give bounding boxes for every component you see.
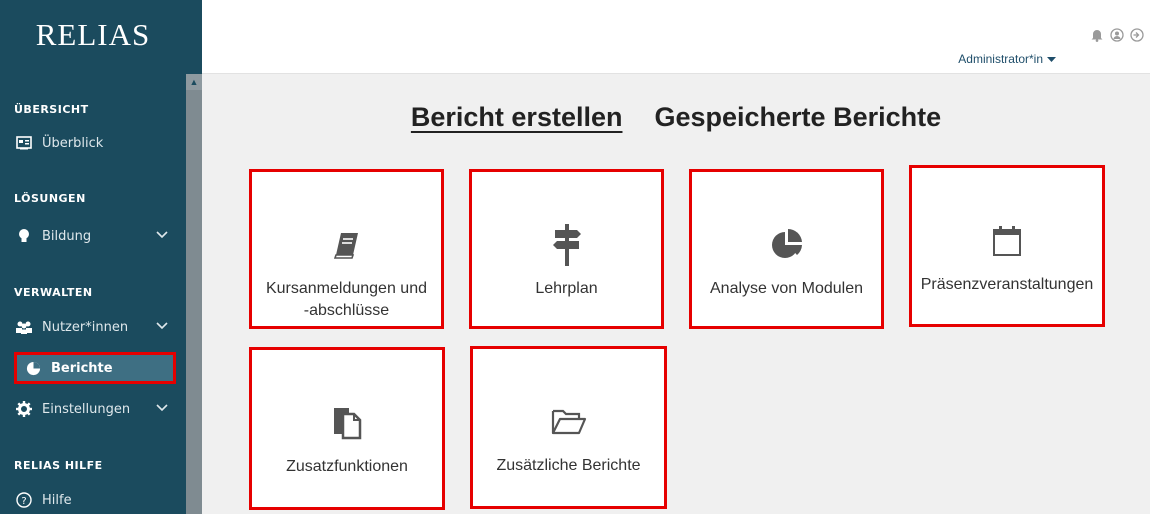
- help-icon: ?: [14, 492, 34, 508]
- folder-open-icon: [551, 401, 587, 443]
- gear-icon: [14, 401, 34, 417]
- pie-chart-icon: [23, 361, 43, 376]
- section-label-verwalten: VERWALTEN: [14, 286, 93, 299]
- chevron-down-icon: [156, 401, 168, 416]
- section-label-relias-hilfe: RELIAS HILFE: [14, 459, 103, 472]
- card-label-line1: Kursanmeldungen und: [265, 280, 427, 297]
- tab-bericht-erstellen[interactable]: Bericht erstellen: [411, 102, 623, 133]
- sidebar-item-hilfe[interactable]: ? Hilfe: [8, 486, 178, 514]
- top-bar: Administrator*in: [202, 0, 1150, 74]
- sidebar-item-bildung[interactable]: Bildung: [8, 222, 178, 250]
- card-label-line2: -abschlüsse: [303, 302, 390, 319]
- sidebar: RELIAS ▲ ÜBERSICHT Überblick LÖSUNGEN Bi…: [0, 0, 202, 514]
- card-zusaetzliche-berichte[interactable]: Zusätzliche Berichte: [470, 346, 667, 509]
- section-label-uebersicht: ÜBERSICHT: [14, 103, 89, 116]
- documents-icon: [332, 402, 362, 444]
- sidebar-scrollbar[interactable]: [186, 74, 202, 514]
- logout-icon[interactable]: [1130, 28, 1144, 47]
- top-icons: [1090, 28, 1144, 47]
- sidebar-item-label: Nutzer*innen: [42, 319, 129, 335]
- card-label: Zusätzliche Berichte: [496, 457, 641, 474]
- card-label: Präsenzveranstaltungen: [920, 276, 1094, 293]
- sidebar-item-label: Bildung: [42, 228, 92, 244]
- lightbulb-icon: [14, 228, 34, 244]
- card-label: Lehrplan: [535, 280, 598, 297]
- sidebar-item-berichte[interactable]: Berichte: [14, 352, 176, 384]
- sidebar-item-ueberblick[interactable]: Überblick: [8, 129, 178, 157]
- dashboard-icon: [14, 136, 34, 150]
- tab-gespeicherte-berichte[interactable]: Gespeicherte Berichte: [654, 102, 941, 133]
- pie-chart-icon: [770, 224, 804, 266]
- report-tabs: Bericht erstellen Gespeicherte Berichte: [202, 102, 1150, 133]
- section-label-loesungen: LÖSUNGEN: [14, 192, 86, 205]
- calendar-icon: [992, 220, 1022, 262]
- book-icon: [333, 224, 360, 266]
- signpost-icon: [552, 224, 582, 266]
- card-label: Zusatzfunktionen: [286, 458, 408, 475]
- card-label: Analyse von Modulen: [710, 280, 863, 297]
- sidebar-item-label: Berichte: [51, 360, 113, 376]
- sidebar-item-label: Hilfe: [42, 492, 72, 508]
- card-zusatzfunktionen[interactable]: Zusatzfunktionen: [249, 347, 445, 510]
- caret-down-icon: [1047, 52, 1056, 66]
- sidebar-item-nutzer[interactable]: Nutzer*innen: [8, 313, 178, 341]
- user-circle-icon[interactable]: [1110, 28, 1124, 47]
- sidebar-item-label: Einstellungen: [42, 401, 131, 417]
- relias-logo[interactable]: RELIAS: [0, 0, 186, 70]
- svg-text:?: ?: [21, 496, 26, 507]
- users-icon: [14, 320, 34, 334]
- bell-icon[interactable]: [1090, 28, 1104, 47]
- sidebar-item-einstellungen[interactable]: Einstellungen: [8, 395, 178, 423]
- user-menu-label: Administrator*in: [958, 52, 1043, 66]
- user-menu[interactable]: Administrator*in: [958, 52, 1056, 66]
- chevron-down-icon: [156, 319, 168, 334]
- card-analyse-von-modulen[interactable]: Analyse von Modulen: [689, 169, 884, 329]
- card-kursanmeldungen[interactable]: Kursanmeldungen und -abschlüsse: [249, 169, 444, 329]
- sidebar-item-label: Überblick: [42, 135, 104, 151]
- card-praesenzveranstaltungen[interactable]: Präsenzveranstaltungen: [909, 165, 1105, 327]
- chevron-down-icon: [156, 228, 168, 243]
- scroll-up-icon[interactable]: ▲: [186, 74, 202, 90]
- card-lehrplan[interactable]: Lehrplan: [469, 169, 664, 329]
- card-label: Kursanmeldungen und -abschlüsse: [262, 278, 431, 322]
- main-content: Bericht erstellen Gespeicherte Berichte …: [202, 74, 1150, 514]
